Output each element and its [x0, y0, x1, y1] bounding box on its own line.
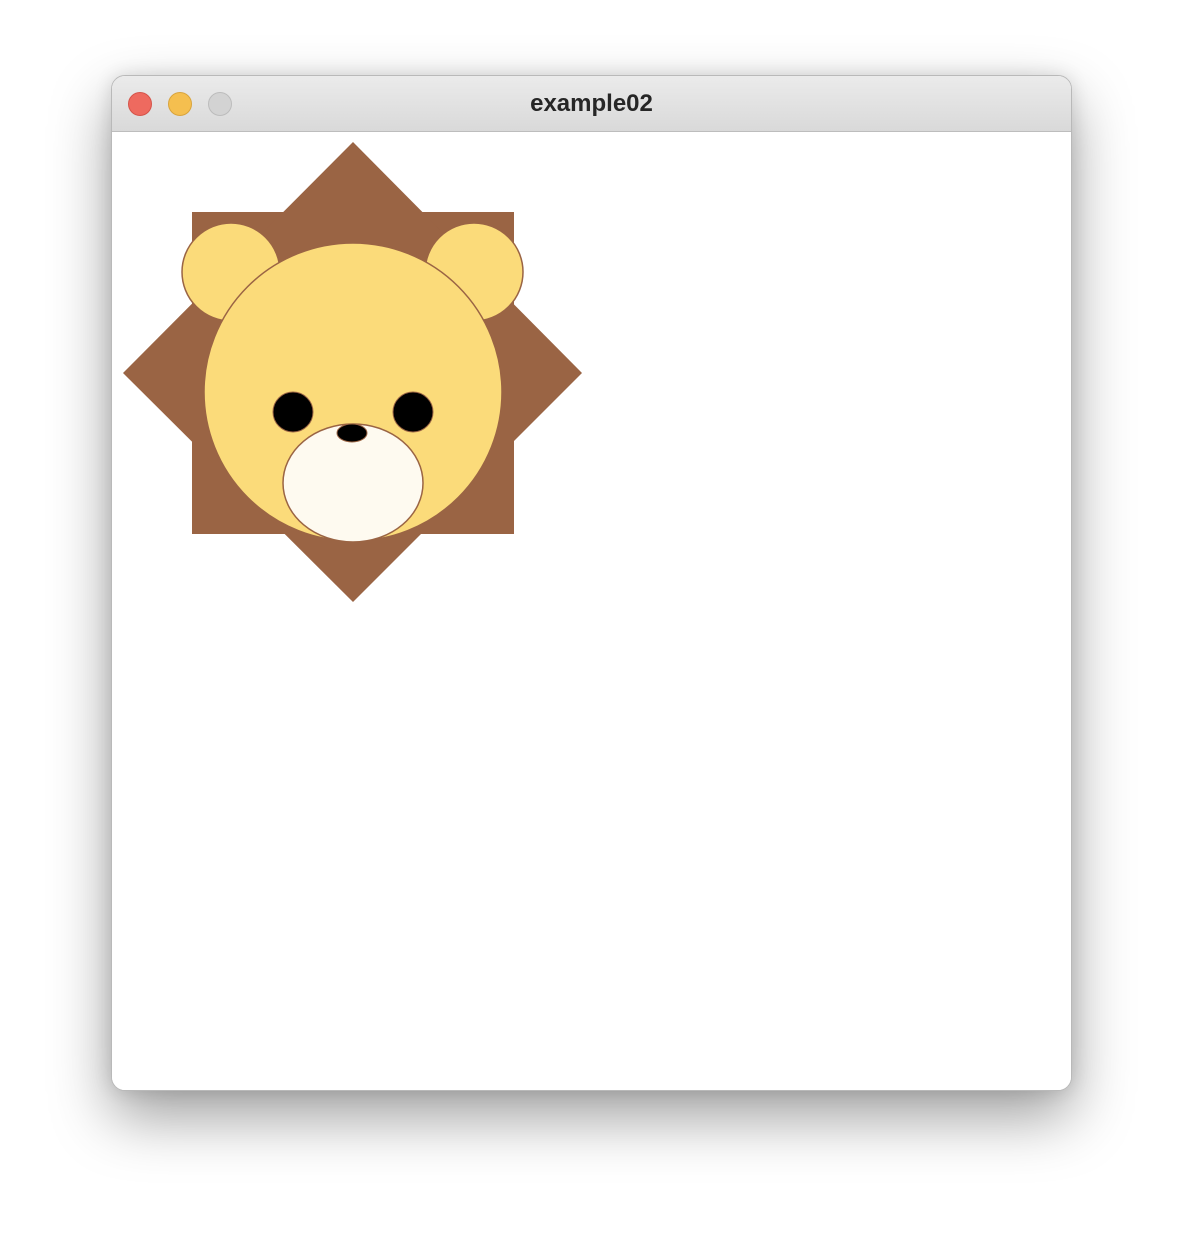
title-bar[interactable]: example02 — [112, 76, 1071, 132]
window-title: example02 — [530, 90, 653, 117]
right-eye — [392, 391, 434, 433]
lion-drawing — [123, 142, 582, 602]
left-eye — [272, 391, 314, 433]
drawing-canvas — [112, 132, 1071, 1090]
nose — [336, 423, 368, 443]
app-window: example02 — [111, 75, 1072, 1091]
